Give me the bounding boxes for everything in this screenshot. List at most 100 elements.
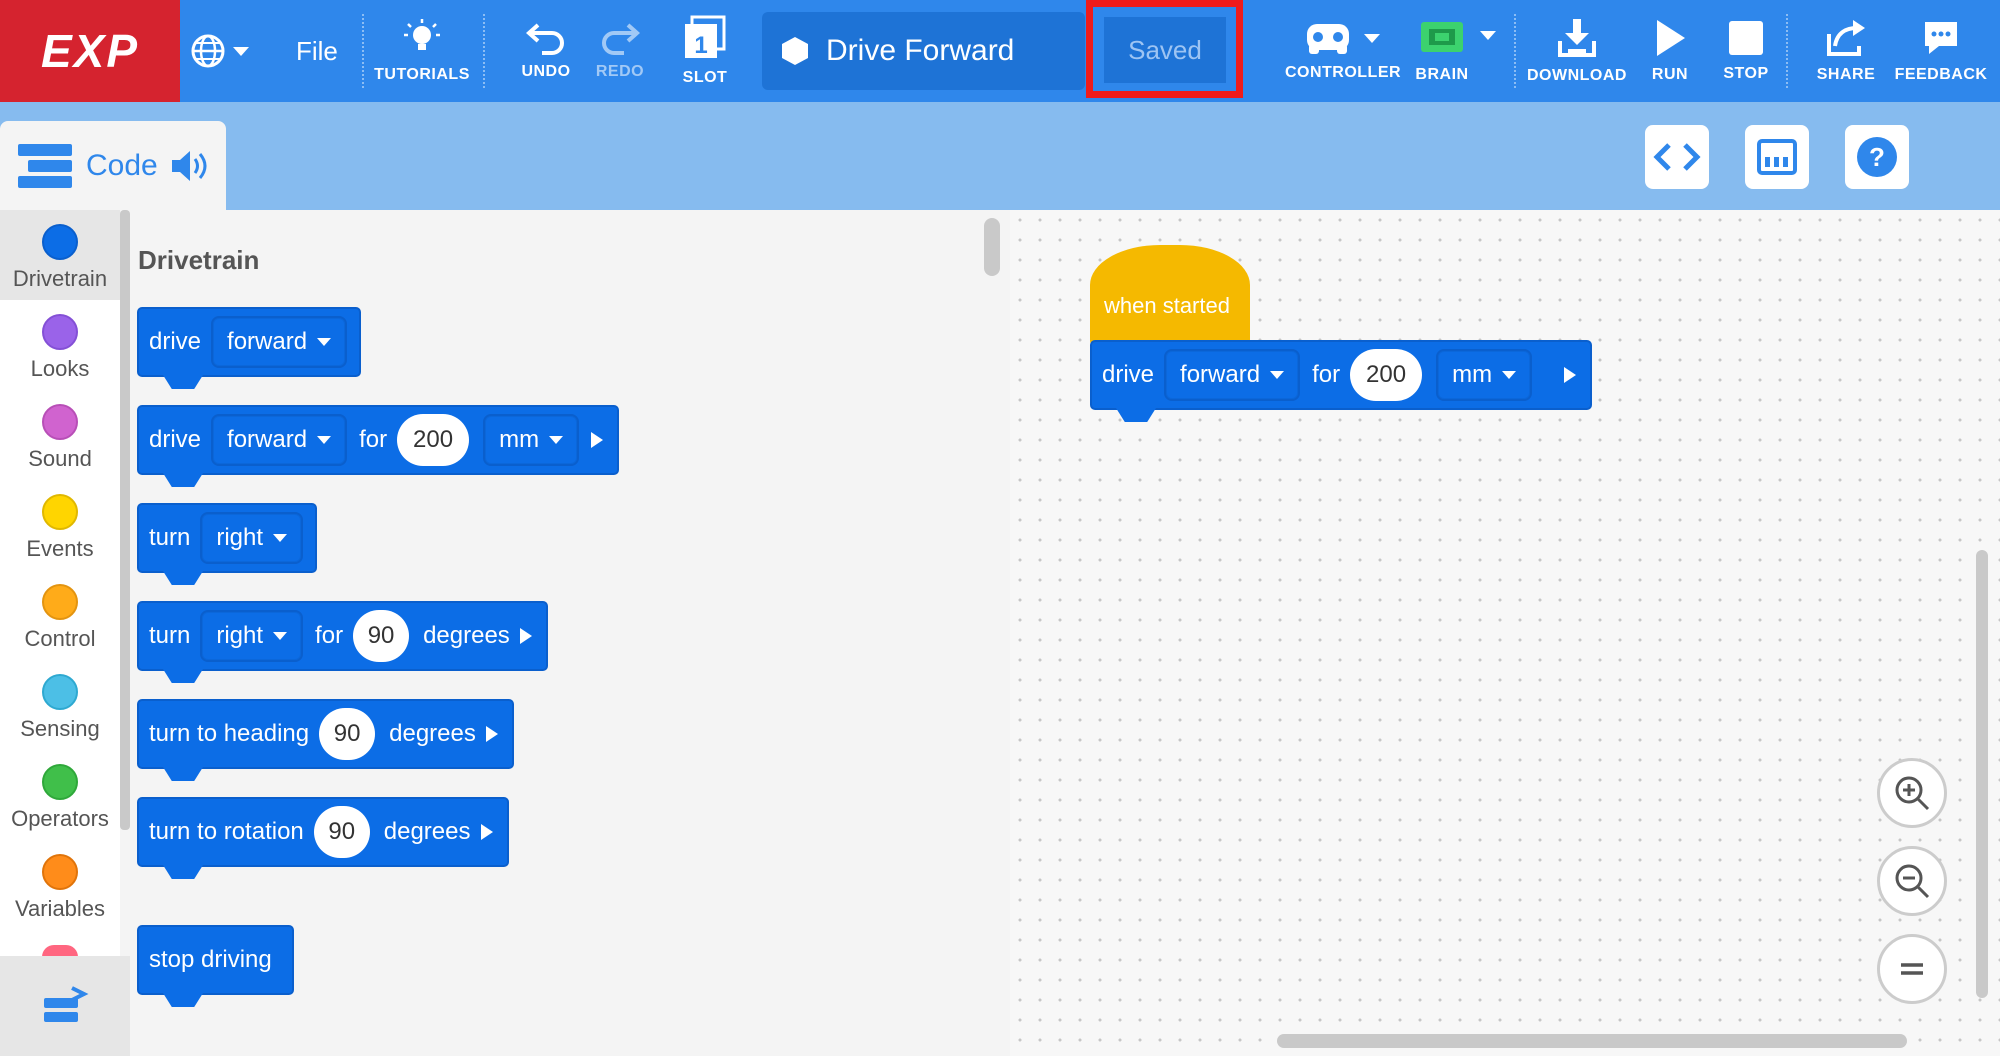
category-label: Operators <box>11 806 109 831</box>
category-scrollbar[interactable] <box>120 210 130 830</box>
direction-dropdown[interactable]: forward <box>1164 349 1301 401</box>
block-text: turn to rotation <box>149 818 304 845</box>
share-button[interactable]: SHARE <box>1810 0 1882 102</box>
category-label: Sensing <box>20 716 100 741</box>
dropdown-value: right <box>216 524 264 551</box>
help-button[interactable]: ? <box>1845 125 1909 189</box>
block-text: degrees <box>423 622 510 649</box>
block-when-started[interactable]: when started <box>1090 245 1250 345</box>
heading-input[interactable]: 90 <box>319 708 376 760</box>
run-button[interactable]: RUN <box>1638 0 1702 102</box>
toolbar-divider <box>1514 14 1516 88</box>
tab-code[interactable]: Code <box>0 121 226 211</box>
feedback-button[interactable]: FEEDBACK <box>1894 0 1988 102</box>
direction-dropdown[interactable]: right <box>200 512 304 564</box>
expand-arrow-icon[interactable] <box>519 628 532 644</box>
project-name: Drive Forward <box>826 34 1015 67</box>
dropdown-value: forward <box>227 328 308 355</box>
angle-input[interactable]: 90 <box>353 610 410 662</box>
category-sidebar: Drivetrain Looks Sound Events Control Se… <box>0 210 120 1056</box>
dropdown-value: mm <box>499 426 540 453</box>
stop-label: STOP <box>1723 65 1769 82</box>
block-text: degrees <box>383 818 471 845</box>
share-icon <box>1827 20 1865 56</box>
workspace-horizontal-scrollbar[interactable] <box>1277 1034 1907 1048</box>
speaker-icon[interactable] <box>170 148 210 184</box>
zoom-out-icon <box>1895 864 1930 899</box>
expand-arrow-icon[interactable] <box>485 726 498 742</box>
palette-title: Drivetrain <box>138 245 260 275</box>
undo-button[interactable]: UNDO <box>506 0 586 102</box>
block-stop-driving[interactable]: stop driving <box>137 925 294 995</box>
controller-button[interactable]: CONTROLLER <box>1282 0 1404 102</box>
brain-button[interactable]: BRAIN <box>1412 0 1472 102</box>
category-color-dot <box>42 224 78 260</box>
slot-button[interactable]: 1 SLOT <box>665 0 745 102</box>
block-turn[interactable]: turn right <box>137 503 318 573</box>
zoom-out-button[interactable] <box>1877 846 1947 916</box>
redo-button[interactable]: REDO <box>580 0 660 102</box>
distance-input[interactable]: 200 <box>1350 349 1423 401</box>
expand-arrow-icon[interactable] <box>480 824 493 840</box>
block-text: turn <box>149 622 191 649</box>
distance-input[interactable]: 200 <box>397 414 470 466</box>
category-looks[interactable]: Looks <box>0 300 120 390</box>
block-text: drive <box>149 426 202 453</box>
category-control[interactable]: Control <box>0 570 120 660</box>
unit-dropdown[interactable]: mm <box>1436 349 1533 401</box>
extensions-button[interactable] <box>0 956 130 1056</box>
block-turn-to-rotation[interactable]: turn to rotation 90 degrees <box>137 797 509 867</box>
unit-dropdown[interactable]: mm <box>483 414 580 466</box>
expand-arrow-icon[interactable] <box>591 432 604 448</box>
code-brackets-icon <box>1653 143 1701 171</box>
download-button[interactable]: DOWNLOAD <box>1522 0 1632 102</box>
category-label: Looks <box>30 356 90 381</box>
zoom-reset-button[interactable] <box>1877 934 1947 1004</box>
file-menu[interactable]: File <box>296 30 338 72</box>
category-sound[interactable]: Sound <box>0 390 120 480</box>
category-variables[interactable]: Variables <box>0 840 120 930</box>
chevron-down-icon <box>1480 31 1496 40</box>
chevron-down-icon <box>233 47 249 56</box>
direction-dropdown[interactable]: right <box>200 610 304 662</box>
redo-label: REDO <box>595 63 645 80</box>
feedback-label: FEEDBACK <box>1894 66 1988 83</box>
caret-down-icon <box>273 534 288 542</box>
expand-arrow-icon[interactable] <box>1564 367 1577 383</box>
toolbar-divider <box>1786 14 1788 88</box>
stop-icon <box>1729 21 1763 55</box>
category-operators[interactable]: Operators <box>0 750 120 840</box>
category-color-dot <box>42 854 78 890</box>
category-label: Control <box>24 626 96 651</box>
block-turn-for[interactable]: turn right for 90 degrees <box>137 601 548 671</box>
share-label: SHARE <box>1816 66 1876 83</box>
category-color-dot <box>42 404 78 440</box>
direction-dropdown[interactable]: forward <box>211 316 348 368</box>
zoom-in-button[interactable] <box>1877 758 1947 828</box>
palette-scrollbar[interactable] <box>984 218 1000 276</box>
rotation-input[interactable]: 90 <box>313 806 370 858</box>
workspace-block-drive-for[interactable]: drive forward for 200 mm <box>1090 340 1593 410</box>
code-view-button[interactable] <box>1645 125 1709 189</box>
play-icon <box>1657 20 1685 56</box>
category-drivetrain[interactable]: Drivetrain <box>0 210 120 300</box>
block-text: stop driving <box>149 946 272 973</box>
category-sensing[interactable]: Sensing <box>0 660 120 750</box>
tutorials-button[interactable]: TUTORIALS <box>372 0 472 102</box>
slot-number: 1 <box>694 32 707 59</box>
brain-dropdown[interactable] <box>1474 0 1502 70</box>
device-button[interactable] <box>1745 125 1809 189</box>
dropdown-value: right <box>216 622 264 649</box>
category-events[interactable]: Events <box>0 480 120 570</box>
language-menu[interactable] <box>190 30 262 72</box>
block-drive-for[interactable]: drive forward for 200 mm <box>137 405 620 475</box>
hexagon-icon <box>782 37 808 65</box>
controller-icon <box>1307 24 1349 54</box>
direction-dropdown[interactable]: forward <box>211 414 348 466</box>
stop-button[interactable]: STOP <box>1714 0 1778 102</box>
controller-label: CONTROLLER <box>1284 64 1402 81</box>
workspace-vertical-scrollbar[interactable] <box>1976 550 1988 998</box>
project-name-field[interactable]: Drive Forward <box>762 12 1085 90</box>
block-turn-to-heading[interactable]: turn to heading 90 degrees <box>137 699 514 769</box>
block-drive[interactable]: drive forward <box>137 307 362 377</box>
